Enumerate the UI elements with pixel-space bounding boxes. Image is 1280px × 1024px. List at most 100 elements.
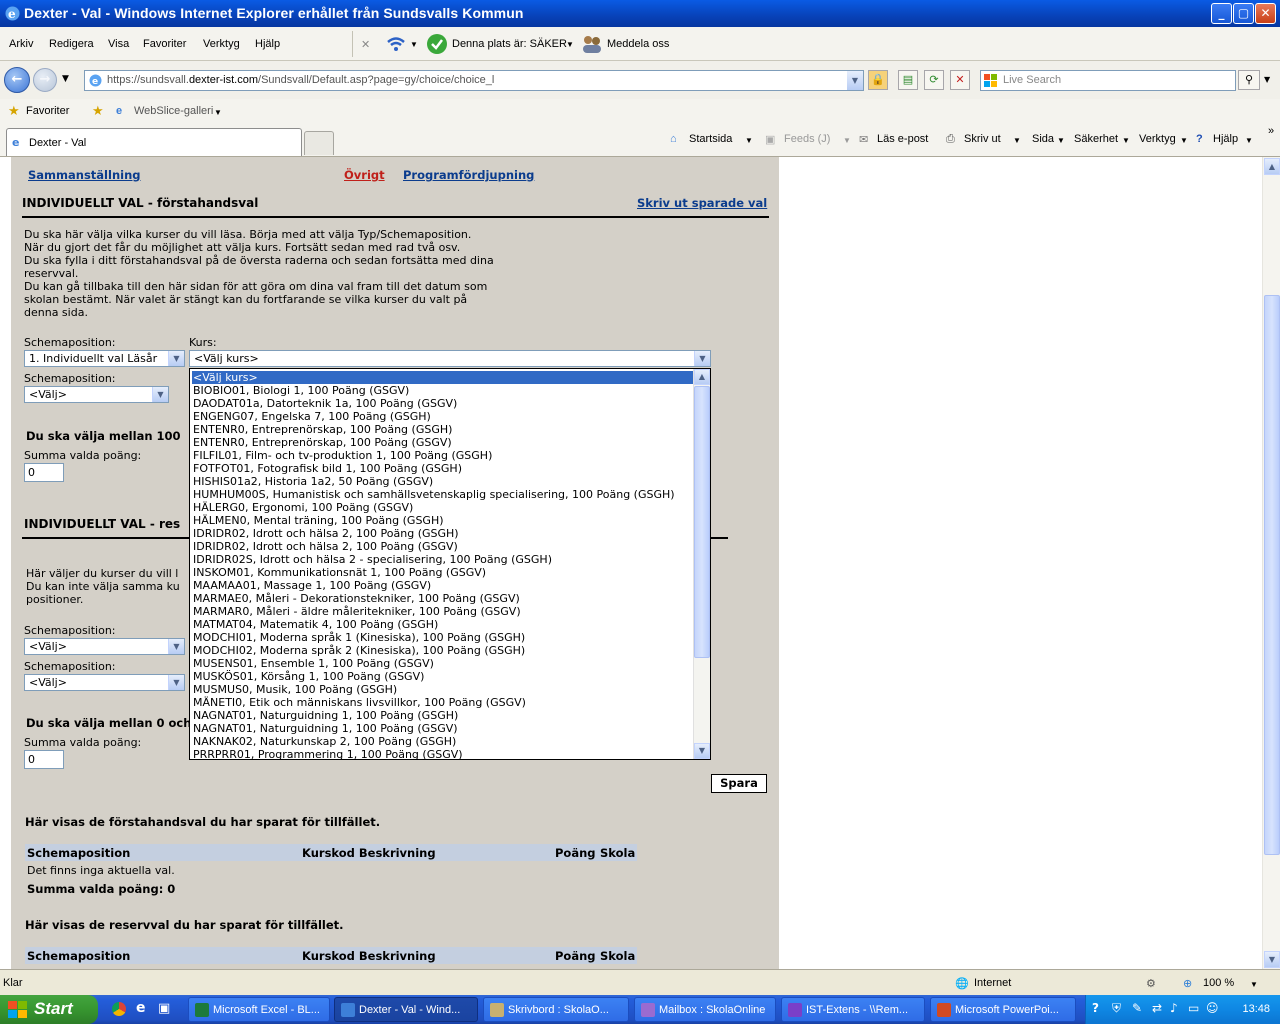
menu-hjalp[interactable]: Hjälp xyxy=(255,38,280,50)
tray-monitor-icon[interactable]: ▭ xyxy=(1188,1001,1199,1015)
dropdown-option[interactable]: <Välj kurs> xyxy=(192,371,695,384)
dropdown-option[interactable]: IDRIDR02, Idrott och hälsa 2, 100 Poäng … xyxy=(192,540,695,553)
zoom-dropdown-icon[interactable]: ▼ xyxy=(1250,980,1258,989)
dropdown-option[interactable]: HÄLERG0, Ergonomi, 100 Poäng (GSGV) xyxy=(192,501,695,514)
dropdown-option[interactable]: NAKNAK02, Naturkunskap 2, 100 Poäng (GSG… xyxy=(192,735,695,748)
start-button[interactable]: Start xyxy=(0,995,98,1024)
dropdown-option[interactable]: DAODAT01a, Datorteknik 1a, 100 Poäng (GS… xyxy=(192,397,695,410)
address-input[interactable]: e https://sundsvall.dexter-ist.com/Sunds… xyxy=(84,70,864,91)
dropdown-option[interactable]: MODCHI02, Moderna språk 2 (Kinesiska), 1… xyxy=(192,644,695,657)
wifi-icon[interactable] xyxy=(385,33,407,55)
dropdown-option[interactable]: HÄLMEN0, Mental träning, 100 Poäng (GSGH… xyxy=(192,514,695,527)
cmd-feeds[interactable]: Feeds (J) xyxy=(784,133,830,145)
search-input[interactable]: Live Search xyxy=(980,70,1236,91)
dropdown-option[interactable]: ENTENR0, Entreprenörskap, 100 Poäng (GSG… xyxy=(192,423,695,436)
dropdown-option[interactable]: MUSMUS0, Musik, 100 Poäng (GSGH) xyxy=(192,683,695,696)
taskbar-button[interactable]: Microsoft Excel - BL... xyxy=(188,997,330,1022)
dropdown-option[interactable]: PRRPRR01, Programmering 1, 100 Poäng (GS… xyxy=(192,748,695,759)
favorites-button[interactable]: Favoriter xyxy=(26,105,69,117)
schema1-select[interactable]: 1. Individuellt val Läsår ▼ xyxy=(24,350,185,367)
tray-user-icon[interactable]: ☺ xyxy=(1206,1001,1219,1015)
dropdown-option[interactable]: FOTFOT01, Fotografisk bild 1, 100 Poäng … xyxy=(192,462,695,475)
tray-shield-icon[interactable]: ⛨ xyxy=(1112,1001,1121,1016)
dropdown-option[interactable]: MAAMAA01, Massage 1, 100 Poäng (GSGV) xyxy=(192,579,695,592)
schema2-select[interactable]: <Välj> ▼ xyxy=(24,386,169,403)
taskbar-button[interactable]: Mailbox : SkolaOnline xyxy=(634,997,776,1022)
close-button[interactable]: ✕ xyxy=(1255,3,1276,24)
dropdown-option[interactable]: ENTENR0, Entreprenörskap, 100 Poäng (GSG… xyxy=(192,436,695,449)
chevron-more-icon[interactable]: » xyxy=(1268,125,1274,137)
reserve-schema2-select[interactable]: <Välj> ▼ xyxy=(24,674,185,691)
taskbar-button[interactable]: IST-Extens - \\Rem... xyxy=(781,997,925,1022)
protected-mode-icon[interactable]: ⚙ xyxy=(1146,977,1156,990)
dropdown-option[interactable]: ENGENG07, Engelska 7, 100 Poäng (GSGH) xyxy=(192,410,695,423)
dropdown-option[interactable]: MARMAE0, Måleri - Dekorationstekniker, 1… xyxy=(192,592,695,605)
wifi-dropdown-icon[interactable]: ▼ xyxy=(410,40,418,49)
nav-program-link[interactable]: Programfördjupning xyxy=(403,168,534,182)
reserve-schema1-select[interactable]: <Välj> ▼ xyxy=(24,638,185,655)
taskbar-button[interactable]: Microsoft PowerPoi... xyxy=(930,997,1076,1022)
cmd-page[interactable]: Sida xyxy=(1032,133,1054,145)
menu-visa[interactable]: Visa xyxy=(108,38,129,50)
webslice-dropdown-icon[interactable]: ▼ xyxy=(214,108,222,117)
dropdown-option[interactable]: MÄNETI0, Etik och människans livsvillkor… xyxy=(192,696,695,709)
menu-arkiv[interactable]: Arkiv xyxy=(9,38,33,50)
home-dropdown-icon[interactable]: ▼ xyxy=(745,136,753,145)
dropdown-option[interactable]: INSKOM01, Kommunikationsnät 1, 100 Poäng… xyxy=(192,566,695,579)
save-button[interactable]: Spara xyxy=(711,774,767,793)
course-dropdown-list[interactable]: <Välj kurs> BIOBIO01, Biologi 1, 100 Poän… xyxy=(189,368,711,760)
security-dropdown-icon[interactable]: ▼ xyxy=(1122,136,1130,145)
search-dropdown-icon[interactable]: ▼ xyxy=(1264,75,1270,84)
home-icon[interactable]: ⌂ xyxy=(670,133,677,145)
page-scroll-thumb[interactable] xyxy=(1264,295,1280,855)
scroll-up-icon[interactable]: ▲ xyxy=(1264,158,1280,175)
tray-network-icon[interactable]: ⇄ xyxy=(1152,1001,1162,1015)
nav-other-link[interactable]: Övrigt xyxy=(344,168,385,182)
safe-dropdown-icon[interactable]: ▼ xyxy=(566,40,574,49)
sum-input-1[interactable]: 0 xyxy=(24,463,64,482)
close-toolbar-icon[interactable]: ✕ xyxy=(361,38,370,51)
dropdown-option[interactable]: IDRIDR02S, Idrott och hälsa 2 - speciali… xyxy=(192,553,695,566)
dropdown-option[interactable]: NAGNAT01, Naturguidning 1, 100 Poäng (GS… xyxy=(192,722,695,735)
tab-dexter-val[interactable]: e Dexter - Val xyxy=(6,128,302,156)
chrome-icon[interactable] xyxy=(112,1002,126,1016)
webslice-gallery-link[interactable]: WebSlice-galleri xyxy=(134,105,213,117)
minimize-button[interactable]: _ xyxy=(1211,3,1232,24)
history-dropdown-icon[interactable]: ▼ xyxy=(62,74,69,84)
maximize-button[interactable]: ▢ xyxy=(1233,3,1254,24)
sum-input-2[interactable]: 0 xyxy=(24,750,64,769)
desktop-quicklaunch-icon[interactable]: ▣ xyxy=(158,1001,170,1016)
dropdown-option[interactable]: NAGNAT01, Naturguidning 1, 100 Poäng (GS… xyxy=(192,709,695,722)
menu-verktyg[interactable]: Verktyg xyxy=(203,38,240,50)
kurs1-select[interactable]: <Välj kurs> ▼ xyxy=(189,350,711,367)
print-dropdown-icon[interactable]: ▼ xyxy=(1013,136,1021,145)
refresh-icon[interactable]: ⟳ xyxy=(924,70,944,90)
cmd-startsida[interactable]: Startsida xyxy=(689,133,732,145)
menu-redigera[interactable]: Redigera xyxy=(49,38,94,50)
tray-pen-icon[interactable]: ✎ xyxy=(1132,1001,1142,1015)
tray-speaker-icon[interactable]: ♪ xyxy=(1170,1001,1178,1015)
page-dropdown-icon[interactable]: ▼ xyxy=(1057,136,1065,145)
scroll-down-icon[interactable]: ▼ xyxy=(694,743,710,759)
dropdown-option[interactable]: HUMHUM00S, Humanistisk och samhällsveten… xyxy=(192,488,695,501)
zoom-level[interactable]: 100 % xyxy=(1203,977,1234,989)
feeds-dropdown-icon[interactable]: ▼ xyxy=(843,136,851,145)
tray-help-icon[interactable]: ? xyxy=(1092,1001,1099,1015)
notify-label[interactable]: Meddela oss xyxy=(607,38,669,50)
scroll-up-icon[interactable]: ▲ xyxy=(694,369,710,385)
safe-site-label[interactable]: Denna plats är: SÄKER xyxy=(452,38,567,50)
search-icon[interactable]: ⚲ xyxy=(1238,70,1260,90)
add-favorite-icon[interactable]: ★ xyxy=(92,103,104,119)
cmd-help[interactable]: Hjälp xyxy=(1213,133,1238,145)
new-tab-button[interactable] xyxy=(304,131,334,155)
taskbar-button[interactable]: Dexter - Val - Wind... xyxy=(334,997,478,1022)
url-dropdown-icon[interactable]: ▼ xyxy=(847,71,863,90)
dropdown-option[interactable]: BIOBIO01, Biologi 1, 100 Poäng (GSGV) xyxy=(192,384,695,397)
cmd-security[interactable]: Säkerhet xyxy=(1074,133,1118,145)
dropdown-option[interactable]: MODCHI01, Moderna språk 1 (Kinesiska), 1… xyxy=(192,631,695,644)
stop-icon[interactable]: ✕ xyxy=(950,70,970,90)
nav-summary-link[interactable]: Sammanställning xyxy=(28,168,141,182)
scroll-down-icon[interactable]: ▼ xyxy=(1264,951,1280,968)
lock-icon[interactable]: 🔒 xyxy=(868,70,888,90)
page-scrollbar[interactable]: ▲ ▼ xyxy=(1262,157,1280,969)
